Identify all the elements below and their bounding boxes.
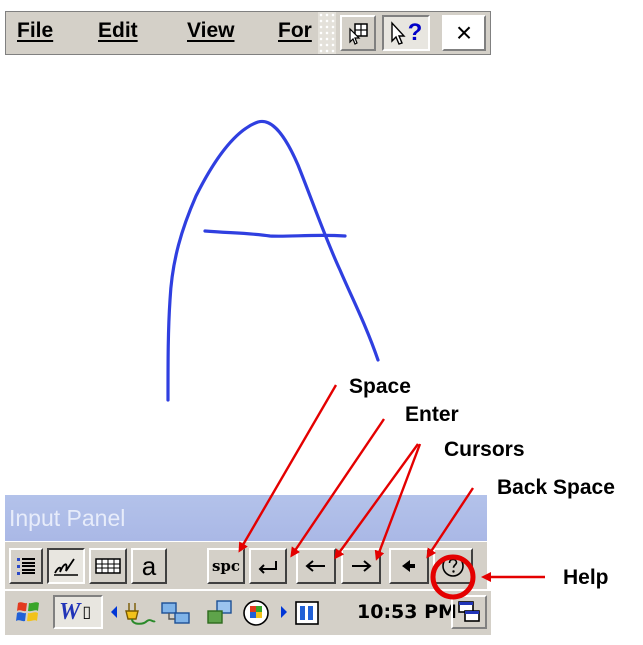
pointer-tool-icon [349,23,368,45]
color-wheel-icon[interactable] [241,597,271,629]
letter-a-key[interactable]: a [131,548,167,584]
windows-flag-icon [16,602,39,622]
annotation-space: Space [349,375,411,398]
whats-this-icon [390,21,406,45]
backspace-key[interactable] [389,548,429,584]
handwritten-stroke-a [166,119,380,402]
connection-icon[interactable] [205,597,235,629]
task-label-fragment: ▯ [82,604,92,621]
keyboard-icon [95,558,121,574]
switch-windows-icon [458,601,480,622]
menu-file[interactable]: File [17,19,53,43]
wordpad-task-button[interactable]: W ▯ [53,595,103,629]
cursor-right-icon [352,560,372,572]
keyboard-mode-button[interactable] [89,548,127,584]
handwriting-mode-button[interactable] [47,548,85,584]
cursor-left-key[interactable] [296,548,336,584]
options-list-button[interactable] [9,548,43,584]
power-plug-icon[interactable] [123,597,157,629]
annotation-enter: Enter [405,403,459,426]
enter-key[interactable] [249,548,287,584]
handwriting-icon [54,558,78,576]
input-method-icon[interactable] [293,599,321,627]
options-list-icon [17,558,35,575]
pointer-tool-button[interactable] [340,15,376,51]
space-key[interactable]: spc [207,548,245,584]
whats-this-question: ? [407,19,423,46]
backspace-icon [402,560,415,572]
clock[interactable]: 10:53 PM [357,601,457,623]
tray-scroll-right-icon[interactable] [279,604,289,620]
word-icon: W [59,598,81,625]
enter-icon [258,561,277,574]
close-button[interactable]: × [442,15,486,51]
toolbar-grip[interactable] [318,12,336,54]
input-panel-title: Input Panel [5,495,487,541]
annotation-cursors: Cursors [444,438,525,461]
help-circle-icon [442,555,464,577]
annotation-help: Help [563,566,609,589]
whats-this-button[interactable]: ? [382,15,430,51]
tray-scroll-left-icon[interactable] [109,604,119,620]
taskbar: W ▯ 10:53 PM [5,589,491,635]
menu-format[interactable]: For [278,19,312,43]
cursor-right-key[interactable] [341,548,381,584]
annotation-back-space: Back Space [497,476,615,499]
network-icon[interactable] [159,597,193,629]
help-key[interactable] [433,548,473,584]
menu-bar: File Edit View For ? × [5,11,491,55]
switch-windows-button[interactable] [451,595,487,629]
close-icon: × [455,17,473,48]
cursor-left-icon [305,560,325,572]
writing-canvas[interactable] [0,60,643,490]
menu-view[interactable]: View [187,19,234,43]
menu-edit[interactable]: Edit [98,19,138,43]
input-panel-bar: a spc [5,541,487,589]
start-button[interactable] [11,595,45,629]
